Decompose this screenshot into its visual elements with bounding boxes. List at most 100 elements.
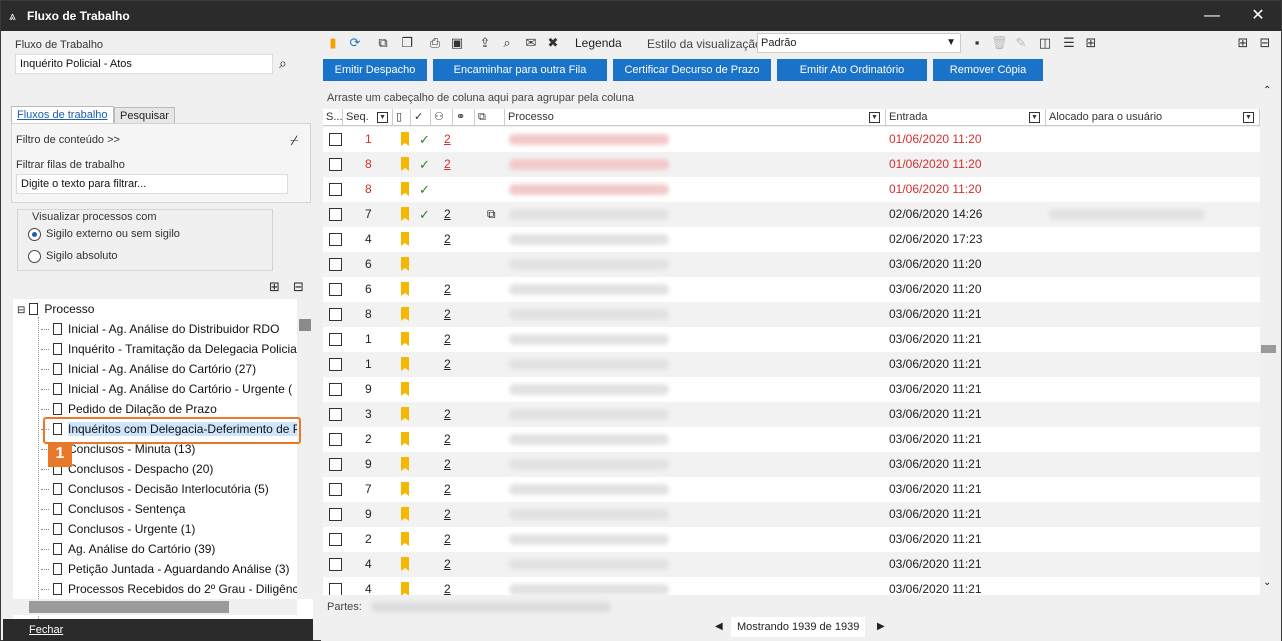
- table-row[interactable]: 9 2 03/06/2020 11:21: [323, 452, 1260, 477]
- bookmark-flag-icon[interactable]: [401, 432, 409, 446]
- refresh-icon[interactable]: ⟳: [347, 35, 363, 51]
- bookmark-flag-icon[interactable]: [401, 232, 409, 246]
- broom-icon[interactable]: ⌿: [290, 132, 298, 149]
- close-button[interactable]: ✕: [1235, 1, 1281, 31]
- table-row[interactable]: 3 2 03/06/2020 11:21: [323, 402, 1260, 427]
- count-link[interactable]: 2: [444, 452, 451, 477]
- filter-icon[interactable]: ▼: [377, 112, 388, 123]
- filter-icon[interactable]: ▼: [1243, 112, 1254, 123]
- tab-pesquisar[interactable]: Pesquisar: [114, 107, 175, 124]
- tree-vscroll-thumb[interactable]: [299, 319, 311, 331]
- bookmark-flag-icon[interactable]: [401, 207, 409, 221]
- filtro-conteudo-link[interactable]: Filtro de conteúdo >>: [16, 134, 120, 146]
- count-link[interactable]: 2: [444, 202, 451, 227]
- col-check[interactable]: ✓: [411, 109, 431, 126]
- row-checkbox[interactable]: [329, 533, 342, 546]
- count-link[interactable]: 2: [444, 552, 451, 577]
- tree-item[interactable]: Inquérito - Tramitação da Delegacia Poli…: [41, 339, 297, 359]
- fluxo-input[interactable]: Inquérito Policial - Atos: [15, 54, 273, 74]
- count-link[interactable]: 2: [444, 227, 451, 252]
- col-entrada[interactable]: Entrada ▼: [886, 109, 1046, 126]
- bookmark-flag-icon[interactable]: [401, 482, 409, 496]
- tree-item[interactable]: Conclusos - Urgente (1): [41, 519, 297, 539]
- expand-tree-icon[interactable]: ⊞: [269, 279, 280, 295]
- row-checkbox[interactable]: [329, 208, 342, 221]
- table-row[interactable]: 2 2 03/06/2020 11:21: [323, 427, 1260, 452]
- expand-grid-icon[interactable]: ⊞: [1235, 35, 1251, 51]
- table-row[interactable]: 7 ✓ 2 ⧉ 02/06/2020 14:26: [323, 202, 1260, 227]
- col-alocado[interactable]: Alocado para o usuário ▼: [1046, 109, 1260, 126]
- paste-icon[interactable]: ❐: [399, 35, 415, 51]
- bookmark-flag-icon[interactable]: [401, 407, 409, 421]
- count-link[interactable]: 2: [444, 427, 451, 452]
- tree-hscroll-thumb[interactable]: [29, 601, 229, 613]
- layout-icon[interactable]: ⊞: [1083, 35, 1099, 51]
- col-seq[interactable]: Seq. ▼: [343, 109, 393, 126]
- comment-icon[interactable]: ✉: [523, 35, 539, 51]
- export-icon[interactable]: ⇪: [477, 35, 493, 51]
- row-checkbox[interactable]: [329, 383, 342, 396]
- print-icon[interactable]: ⎙: [427, 35, 443, 51]
- copy-icon[interactable]: ⧉: [375, 35, 391, 51]
- emitir-ato-button[interactable]: Emitir Ato Ordinatório: [777, 59, 927, 81]
- collapse-grid-icon[interactable]: ⊟: [1257, 35, 1273, 51]
- count-link[interactable]: 2: [444, 327, 451, 352]
- row-checkbox[interactable]: [329, 258, 342, 271]
- row-checkbox[interactable]: [329, 483, 342, 496]
- scroll-down-icon[interactable]: ⌄: [1263, 577, 1271, 588]
- tree-root[interactable]: ⊟ Processo: [17, 299, 94, 319]
- row-checkbox[interactable]: [329, 433, 342, 446]
- col-flag[interactable]: ▯: [393, 109, 411, 126]
- save-doc-icon[interactable]: ▣: [449, 35, 465, 51]
- bookmark-flag-icon[interactable]: [401, 582, 409, 595]
- row-checkbox[interactable]: [329, 358, 342, 371]
- col-processo[interactable]: Processo ▼: [505, 109, 886, 126]
- bookmark-flag-icon[interactable]: [401, 282, 409, 296]
- save-icon[interactable]: ▪: [969, 35, 985, 51]
- bookmark-flag-icon[interactable]: [401, 132, 409, 146]
- tree-item[interactable]: Conclusos - Sentença: [41, 499, 297, 519]
- radio-sigilo-externo[interactable]: [28, 228, 41, 241]
- count-link[interactable]: 2: [444, 302, 451, 327]
- grid-vscroll-thumb[interactable]: [1261, 345, 1276, 353]
- table-row[interactable]: 1 ✓ 2 01/06/2020 11:20: [323, 127, 1260, 152]
- row-checkbox[interactable]: [329, 183, 342, 196]
- filter-icon[interactable]: ▼: [1029, 112, 1040, 123]
- table-row[interactable]: 1 2 03/06/2020 11:21: [323, 327, 1260, 352]
- bookmark-flag-icon[interactable]: [401, 382, 409, 396]
- table-row[interactable]: 9 2 03/06/2020 11:21: [323, 502, 1260, 527]
- grid-vscrollbar[interactable]: ⌃ ⌄: [1260, 83, 1277, 595]
- row-checkbox[interactable]: [329, 158, 342, 171]
- count-link[interactable]: 2: [444, 527, 451, 552]
- search-icon[interactable]: ⌕: [279, 55, 287, 72]
- table-row[interactable]: 4 2 03/06/2020 11:21: [323, 552, 1260, 577]
- table-row[interactable]: 4 2 03/06/2020 11:21: [323, 577, 1260, 595]
- count-link[interactable]: 2: [444, 577, 451, 595]
- flag-toolbar-icon[interactable]: ▮: [325, 35, 341, 51]
- bookmark-flag-icon[interactable]: [401, 532, 409, 546]
- tree-item[interactable]: Conclusos - Despacho (20): [41, 459, 297, 479]
- row-checkbox[interactable]: [329, 333, 342, 346]
- encaminhar-button[interactable]: Encaminhar para outra Fila: [433, 59, 607, 81]
- bookmark-flag-icon[interactable]: [401, 332, 409, 346]
- group-by-area[interactable]: Arraste um cabeçalho de coluna aqui para…: [323, 87, 1268, 109]
- search-doc-icon[interactable]: ⌕: [499, 35, 515, 51]
- tree-vscrollbar[interactable]: [297, 299, 313, 599]
- legenda-label[interactable]: Legenda: [575, 36, 622, 50]
- bookmark-flag-icon[interactable]: [401, 507, 409, 521]
- next-page-icon[interactable]: ▶: [877, 617, 885, 637]
- tab-fluxos[interactable]: Fluxos de trabalho: [11, 106, 114, 123]
- row-checkbox[interactable]: [329, 558, 342, 571]
- col-s[interactable]: S...: [323, 109, 343, 126]
- count-link[interactable]: 2: [444, 402, 451, 427]
- col-link[interactable]: ⚭: [453, 109, 475, 126]
- table-row[interactable]: 8 ✓ 2 01/06/2020 11:20: [323, 152, 1260, 177]
- table-row[interactable]: 7 2 03/06/2020 11:21: [323, 477, 1260, 502]
- compare-icon[interactable]: ◫: [1037, 35, 1053, 51]
- bookmark-flag-icon[interactable]: [401, 457, 409, 471]
- bookmark-flag-icon[interactable]: [401, 357, 409, 371]
- row-checkbox[interactable]: [329, 283, 342, 296]
- table-row[interactable]: 6 03/06/2020 11:20: [323, 252, 1260, 277]
- table-row[interactable]: 2 2 03/06/2020 11:21: [323, 527, 1260, 552]
- bookmark-flag-icon[interactable]: [401, 157, 409, 171]
